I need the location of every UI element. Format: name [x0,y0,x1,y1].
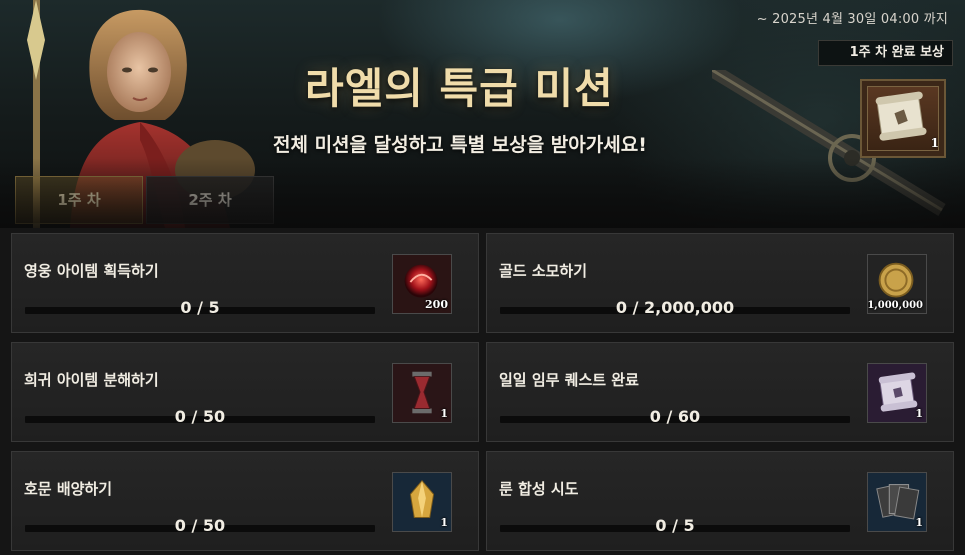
event-deadline: ~ 2025년 4월 30일 04:00 까지 [756,12,948,27]
reward-item[interactable]: 1 [867,363,927,423]
mission-name: 영웅 아이템 획득하기 [24,262,159,280]
character-portrait [27,0,255,228]
tab-week-1[interactable]: 1주 차 [15,176,143,224]
progress-count: 0 / 60 [649,407,701,426]
reward-item-qty: 1 [440,516,448,529]
reward-item-qty: 1 [915,407,923,420]
progress-count: 0 / 5 [180,298,220,317]
mission-name: 호문 배양하기 [24,480,113,498]
mission-card[interactable]: 호문 배양하기 0 / 50 1 [11,451,479,551]
mission-card[interactable]: 영웅 아이템 획득하기 0 / 5 200 [11,233,479,333]
event-title: 라엘의 특급 미션 [305,64,614,113]
reward-item-qty: 1 [930,136,939,150]
tab-week-2[interactable]: 2주 차 [146,176,274,224]
mission-card[interactable]: 골드 소모하기 0 / 2,000,000 1,000,000 [486,233,954,333]
mission-name: 희귀 아이템 분해하기 [24,371,159,389]
reward-item-qty: 200 [425,298,448,311]
reward-item-qty: 1,000,000 [867,300,923,311]
mission-name: 일일 임무 퀘스트 완료 [499,371,639,389]
reward-item-qty: 1 [440,407,448,420]
reward-item[interactable]: 200 [392,254,452,314]
event-subtitle: 전체 미션을 달성하고 특별 보상을 받아가세요! [273,134,647,156]
progress-count: 0 / 2,000,000 [615,298,735,317]
reward-item[interactable]: 1 [392,472,452,532]
reward-item[interactable]: 1 [867,472,927,532]
event-banner: ~ 2025년 4월 30일 04:00 까지 1주 차 완료 보상 1 라엘의… [0,0,965,228]
weekly-reward-item[interactable]: 1 [860,79,946,158]
mission-grid: 영웅 아이템 획득하기 0 / 5 200 골드 소모하기 0 / 2,000,… [0,228,965,555]
reward-item[interactable]: 1,000,000 [867,254,927,314]
progress-count: 0 / 50 [174,407,226,426]
reward-item-qty: 1 [915,516,923,529]
mission-card[interactable]: 일일 임무 퀘스트 완료 0 / 60 1 [486,342,954,442]
progress-count: 0 / 50 [174,516,226,535]
mission-name: 룬 합성 시도 [499,480,579,498]
progress-count: 0 / 5 [655,516,695,535]
reward-item[interactable]: 1 [392,363,452,423]
weekly-reward-label: 1주 차 완료 보상 [818,40,953,66]
mission-name: 골드 소모하기 [499,262,588,280]
mission-card[interactable]: 희귀 아이템 분해하기 0 / 50 1 [11,342,479,442]
mission-card[interactable]: 룬 합성 시도 0 / 5 1 [486,451,954,551]
